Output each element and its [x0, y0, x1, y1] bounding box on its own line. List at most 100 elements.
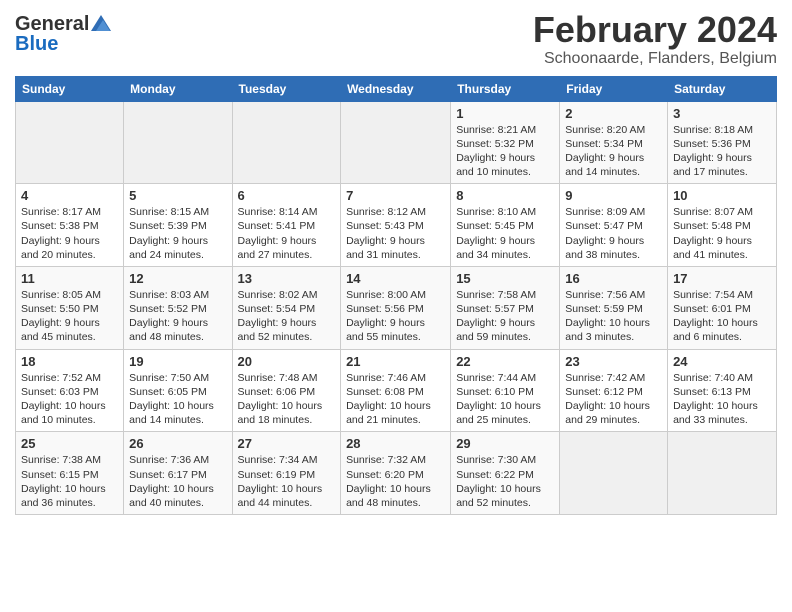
- day-header-wednesday: Wednesday: [341, 76, 451, 101]
- calendar-cell: 2Sunrise: 8:20 AM Sunset: 5:34 PM Daylig…: [560, 101, 668, 184]
- calendar-cell: 10 Sunrise: 8:07 AM Sunset: 5:48 PM Dayli…: [668, 184, 777, 267]
- calendar-cell: [341, 101, 451, 184]
- day-number: 22: [456, 354, 554, 369]
- day-info: Sunrise: 7:44 AM Sunset: 6:10 PM Dayligh…: [456, 371, 554, 428]
- calendar-cell: 5Sunrise: 8:15 AM Sunset: 5:39 PM Daylig…: [124, 184, 232, 267]
- day-info: Sunrise: 8:18 AM Sunset: 5:36 PM Dayligh…: [673, 123, 771, 180]
- calendar-cell: 6 Sunrise: 8:14 AM Sunset: 5:41 PM Daylig…: [232, 184, 341, 267]
- day-info: Sunrise: 8:12 AM Sunset: 5:43 PM Dayligh…: [346, 205, 445, 262]
- calendar-cell: 3 Sunrise: 8:18 AM Sunset: 5:36 PM Daylig…: [668, 101, 777, 184]
- day-info: Sunrise: 8:07 AM Sunset: 5:48 PM Dayligh…: [673, 205, 771, 262]
- calendar-cell: 23Sunrise: 7:42 AM Sunset: 6:12 PM Dayli…: [560, 349, 668, 432]
- calendar-cell: 21 Sunrise: 7:46 AM Sunset: 6:08 PM Dayli…: [341, 349, 451, 432]
- calendar-cell: 22 Sunrise: 7:44 AM Sunset: 6:10 PM Dayli…: [451, 349, 560, 432]
- calendar-week-row: 4 Sunrise: 8:17 AM Sunset: 5:38 PM Daylig…: [16, 184, 777, 267]
- day-info: Sunrise: 8:21 AM Sunset: 5:32 PM Dayligh…: [456, 123, 554, 180]
- calendar-cell: 15 Sunrise: 7:58 AM Sunset: 5:57 PM Dayli…: [451, 266, 560, 349]
- calendar-cell: 24 Sunrise: 7:40 AM Sunset: 6:13 PM Dayli…: [668, 349, 777, 432]
- calendar-body: 1 Sunrise: 8:21 AM Sunset: 5:32 PM Daylig…: [16, 101, 777, 514]
- day-number: 3: [673, 106, 771, 121]
- day-number: 1: [456, 106, 554, 121]
- day-info: Sunrise: 7:38 AM Sunset: 6:15 PM Dayligh…: [21, 453, 118, 510]
- day-info: Sunrise: 7:56 AM Sunset: 5:59 PM Dayligh…: [565, 288, 662, 345]
- calendar-cell: [560, 432, 668, 515]
- calendar-cell: 20 Sunrise: 7:48 AM Sunset: 6:06 PM Dayli…: [232, 349, 341, 432]
- day-info: Sunrise: 8:09 AM Sunset: 5:47 PM Dayligh…: [565, 205, 662, 262]
- logo: General Blue: [15, 14, 111, 54]
- day-info: Sunrise: 7:54 AM Sunset: 6:01 PM Dayligh…: [673, 288, 771, 345]
- day-info: Sunrise: 8:14 AM Sunset: 5:41 PM Dayligh…: [238, 205, 336, 262]
- calendar-header-row: SundayMondayTuesdayWednesdayThursdayFrid…: [16, 76, 777, 101]
- day-number: 23: [565, 354, 662, 369]
- subtitle: Schoonaarde, Flanders, Belgium: [533, 50, 777, 68]
- logo-icon: [91, 15, 111, 31]
- day-number: 11: [21, 271, 118, 286]
- calendar-cell: 4 Sunrise: 8:17 AM Sunset: 5:38 PM Daylig…: [16, 184, 124, 267]
- day-number: 26: [129, 436, 226, 451]
- calendar-cell: 26Sunrise: 7:36 AM Sunset: 6:17 PM Dayli…: [124, 432, 232, 515]
- day-header-thursday: Thursday: [451, 76, 560, 101]
- main-title: February 2024: [533, 10, 777, 50]
- calendar-cell: 12 Sunrise: 8:03 AM Sunset: 5:52 PM Dayli…: [124, 266, 232, 349]
- calendar-cell: [124, 101, 232, 184]
- day-info: Sunrise: 8:02 AM Sunset: 5:54 PM Dayligh…: [238, 288, 336, 345]
- day-number: 19: [129, 354, 226, 369]
- calendar-cell: 9 Sunrise: 8:09 AM Sunset: 5:47 PM Daylig…: [560, 184, 668, 267]
- calendar-cell: 25 Sunrise: 7:38 AM Sunset: 6:15 PM Dayli…: [16, 432, 124, 515]
- day-number: 7: [346, 188, 445, 203]
- calendar-cell: 18 Sunrise: 7:52 AM Sunset: 6:03 PM Dayli…: [16, 349, 124, 432]
- calendar-cell: 28Sunrise: 7:32 AM Sunset: 6:20 PM Dayli…: [341, 432, 451, 515]
- calendar-week-row: 11 Sunrise: 8:05 AM Sunset: 5:50 PM Dayli…: [16, 266, 777, 349]
- day-number: 21: [346, 354, 445, 369]
- calendar-cell: 1 Sunrise: 8:21 AM Sunset: 5:32 PM Daylig…: [451, 101, 560, 184]
- day-info: Sunrise: 7:32 AM Sunset: 6:20 PM Dayligh…: [346, 453, 445, 510]
- day-number: 14: [346, 271, 445, 286]
- calendar-cell: 27Sunrise: 7:34 AM Sunset: 6:19 PM Dayli…: [232, 432, 341, 515]
- day-number: 8: [456, 188, 554, 203]
- calendar-cell: 8Sunrise: 8:10 AM Sunset: 5:45 PM Daylig…: [451, 184, 560, 267]
- day-header-sunday: Sunday: [16, 76, 124, 101]
- day-info: Sunrise: 7:30 AM Sunset: 6:22 PM Dayligh…: [456, 453, 554, 510]
- logo-general-text: General: [15, 14, 89, 34]
- day-number: 15: [456, 271, 554, 286]
- day-number: 13: [238, 271, 336, 286]
- day-number: 18: [21, 354, 118, 369]
- day-header-saturday: Saturday: [668, 76, 777, 101]
- calendar-cell: 17Sunrise: 7:54 AM Sunset: 6:01 PM Dayli…: [668, 266, 777, 349]
- day-info: Sunrise: 7:40 AM Sunset: 6:13 PM Dayligh…: [673, 371, 771, 428]
- calendar-week-row: 25 Sunrise: 7:38 AM Sunset: 6:15 PM Dayli…: [16, 432, 777, 515]
- day-info: Sunrise: 7:34 AM Sunset: 6:19 PM Dayligh…: [238, 453, 336, 510]
- calendar-cell: [232, 101, 341, 184]
- day-info: Sunrise: 8:03 AM Sunset: 5:52 PM Dayligh…: [129, 288, 226, 345]
- day-info: Sunrise: 7:52 AM Sunset: 6:03 PM Dayligh…: [21, 371, 118, 428]
- day-info: Sunrise: 8:05 AM Sunset: 5:50 PM Dayligh…: [21, 288, 118, 345]
- day-number: 4: [21, 188, 118, 203]
- calendar-cell: [16, 101, 124, 184]
- day-info: Sunrise: 7:48 AM Sunset: 6:06 PM Dayligh…: [238, 371, 336, 428]
- calendar-table: SundayMondayTuesdayWednesdayThursdayFrid…: [15, 76, 777, 515]
- calendar-cell: 7 Sunrise: 8:12 AM Sunset: 5:43 PM Daylig…: [341, 184, 451, 267]
- calendar-week-row: 18 Sunrise: 7:52 AM Sunset: 6:03 PM Dayli…: [16, 349, 777, 432]
- day-info: Sunrise: 7:46 AM Sunset: 6:08 PM Dayligh…: [346, 371, 445, 428]
- day-number: 20: [238, 354, 336, 369]
- calendar-cell: [668, 432, 777, 515]
- day-info: Sunrise: 8:17 AM Sunset: 5:38 PM Dayligh…: [21, 205, 118, 262]
- calendar-cell: 16Sunrise: 7:56 AM Sunset: 5:59 PM Dayli…: [560, 266, 668, 349]
- day-info: Sunrise: 7:50 AM Sunset: 6:05 PM Dayligh…: [129, 371, 226, 428]
- day-info: Sunrise: 8:00 AM Sunset: 5:56 PM Dayligh…: [346, 288, 445, 345]
- logo-blue-text: Blue: [15, 34, 58, 54]
- day-number: 5: [129, 188, 226, 203]
- day-number: 9: [565, 188, 662, 203]
- calendar-week-row: 1 Sunrise: 8:21 AM Sunset: 5:32 PM Daylig…: [16, 101, 777, 184]
- day-number: 25: [21, 436, 118, 451]
- day-header-friday: Friday: [560, 76, 668, 101]
- day-number: 29: [456, 436, 554, 451]
- day-number: 10: [673, 188, 771, 203]
- day-number: 6: [238, 188, 336, 203]
- header: General Blue February 2024 Schoonaarde, …: [15, 10, 777, 68]
- calendar-cell: 14 Sunrise: 8:00 AM Sunset: 5:56 PM Dayli…: [341, 266, 451, 349]
- calendar-cell: 19 Sunrise: 7:50 AM Sunset: 6:05 PM Dayli…: [124, 349, 232, 432]
- day-number: 12: [129, 271, 226, 286]
- day-number: 24: [673, 354, 771, 369]
- day-info: Sunrise: 7:58 AM Sunset: 5:57 PM Dayligh…: [456, 288, 554, 345]
